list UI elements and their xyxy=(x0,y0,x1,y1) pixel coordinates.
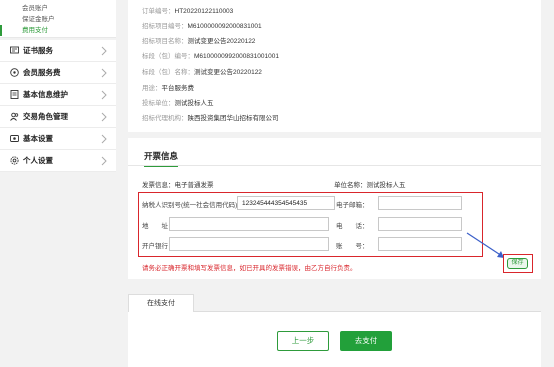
purpose-row: 用途：平台服务费 xyxy=(142,82,194,92)
divider xyxy=(128,165,541,166)
sidebar-subitem-deposit-account[interactable]: 保证金账户 xyxy=(0,14,116,25)
project-no-row: 招标项目编号：M6100000092000831001 xyxy=(142,20,262,30)
sidebar-item-label: 证书服务 xyxy=(23,46,53,55)
chevron-right-icon xyxy=(101,46,107,56)
bidder-label: 投标单位： xyxy=(142,100,175,107)
account-input[interactable] xyxy=(378,237,462,251)
project-name-value: 测试变更公告20220122 xyxy=(187,38,256,45)
invoice-warning: 请务必正确开票和填写发票信息，如已开具的发票错误，由乙方自行负责。 xyxy=(142,265,357,272)
users-icon xyxy=(10,112,19,121)
section-no-label: 标段（包）编号： xyxy=(142,53,194,60)
sidebar-subitem-member-account[interactable]: 会员账户 xyxy=(0,3,116,14)
sidebar-item-label: 基本信息维护 xyxy=(23,90,68,99)
invoice-fields-highlight: 纳税人识别号(统一社会信用代码)： 电子邮箱： 地 址： 电 话： 开户银行： … xyxy=(138,192,483,257)
tab-online-payment[interactable]: 在线支付 xyxy=(128,294,194,312)
go-pay-button[interactable]: 去支付 xyxy=(340,331,392,351)
section-no-row: 标段（包）编号：M6100000992000831001001 xyxy=(142,50,279,60)
previous-step-button[interactable]: 上一步 xyxy=(277,331,329,351)
email-input[interactable] xyxy=(378,196,462,210)
purpose-label: 用途： xyxy=(142,85,162,92)
chevron-right-icon xyxy=(101,68,107,78)
sidebar-item-trade-roles[interactable]: 交易角色管理 xyxy=(0,106,116,128)
sidebar-item-label: 个人设置 xyxy=(23,156,53,165)
project-no-label: 招标项目编号： xyxy=(142,23,188,30)
sidebar-item-basic-settings[interactable]: 基本设置 xyxy=(0,128,116,150)
sidebar-item-label: 会员服务费 xyxy=(23,68,61,77)
section-no-value: M6100000992000831001001 xyxy=(194,53,279,60)
agency-row: 招标代理机构：陕西投资集团华山招标有限公司 xyxy=(142,112,279,122)
sidebar-item-personal-settings[interactable]: 个人设置 xyxy=(0,150,116,172)
email-label: 电子邮箱： xyxy=(336,202,369,209)
company-name: 单位名称：测试投标人五 xyxy=(334,182,406,189)
account-label: 账 号： xyxy=(336,243,369,250)
sidebar-item-certificate[interactable]: 证书服务 xyxy=(0,40,116,62)
section-name-row: 标段（包）名称：测试变更公告20220122 xyxy=(142,66,262,76)
section-name-label: 标段（包）名称： xyxy=(142,69,194,76)
order-no-row: 订单编号：HT20220122110003 xyxy=(142,5,233,15)
phone-label: 电 话： xyxy=(336,223,369,230)
sidebar-submenu: 会员账户 保证金账户 费用支付 xyxy=(0,0,116,38)
project-no-value: M6100000092000831001 xyxy=(187,23,262,30)
order-no-value: HT20220122110003 xyxy=(174,8,234,15)
sidebar: 会员账户 保证金账户 费用支付 证书服务 会员服务费 基本信息维护 交易角色管理… xyxy=(0,0,116,367)
address-input[interactable] xyxy=(169,217,329,231)
bidder-row: 投标单位：测试投标人五 xyxy=(142,97,214,107)
save-button[interactable]: 保存 xyxy=(507,258,528,269)
gear-icon xyxy=(10,156,19,165)
bank-input[interactable] xyxy=(169,237,329,251)
sidebar-item-member-fee[interactable]: 会员服务费 xyxy=(0,62,116,84)
invoice-type: 发票信息：电子普通发票 xyxy=(142,182,214,189)
save-button-highlight: 保存 xyxy=(503,254,533,273)
annotation-arrow xyxy=(466,232,504,258)
member-icon xyxy=(10,68,19,77)
purpose-value: 平台服务费 xyxy=(161,85,195,92)
sidebar-subitem-fee-payment[interactable]: 费用支付 xyxy=(0,25,116,36)
order-info-panel: 订单编号：HT20220122110003 招标项目编号：M6100000092… xyxy=(128,0,541,132)
certificate-icon xyxy=(10,46,19,55)
chevron-right-icon xyxy=(101,156,107,166)
phone-input[interactable] xyxy=(378,217,462,231)
sidebar-menu: 证书服务 会员服务费 基本信息维护 交易角色管理 基本设置 个人设置 xyxy=(0,40,116,172)
sidebar-item-label: 基本设置 xyxy=(23,134,53,143)
settings-icon xyxy=(10,134,19,143)
sidebar-item-label: 交易角色管理 xyxy=(23,112,68,121)
agency-value: 陕西投资集团华山招标有限公司 xyxy=(187,115,279,122)
document-icon xyxy=(10,90,19,99)
order-no-label: 订单编号： xyxy=(142,8,175,15)
section-name-value: 测试变更公告20220122 xyxy=(194,69,262,76)
chevron-right-icon xyxy=(101,134,107,144)
project-name-row: 招标项目名称：测试变更公告20220122 xyxy=(142,35,255,45)
sidebar-item-basic-info[interactable]: 基本信息维护 xyxy=(0,84,116,106)
tax-id-input[interactable] xyxy=(237,196,335,210)
chevron-right-icon xyxy=(101,90,107,100)
project-name-label: 招标项目名称： xyxy=(142,38,188,45)
tax-id-label: 纳税人识别号(统一社会信用代码)： xyxy=(142,202,244,209)
bidder-value: 测试投标人五 xyxy=(174,100,214,107)
agency-label: 招标代理机构： xyxy=(142,115,188,122)
payment-panel: 上一步 去支付 xyxy=(128,311,541,367)
chevron-right-icon xyxy=(101,112,107,122)
